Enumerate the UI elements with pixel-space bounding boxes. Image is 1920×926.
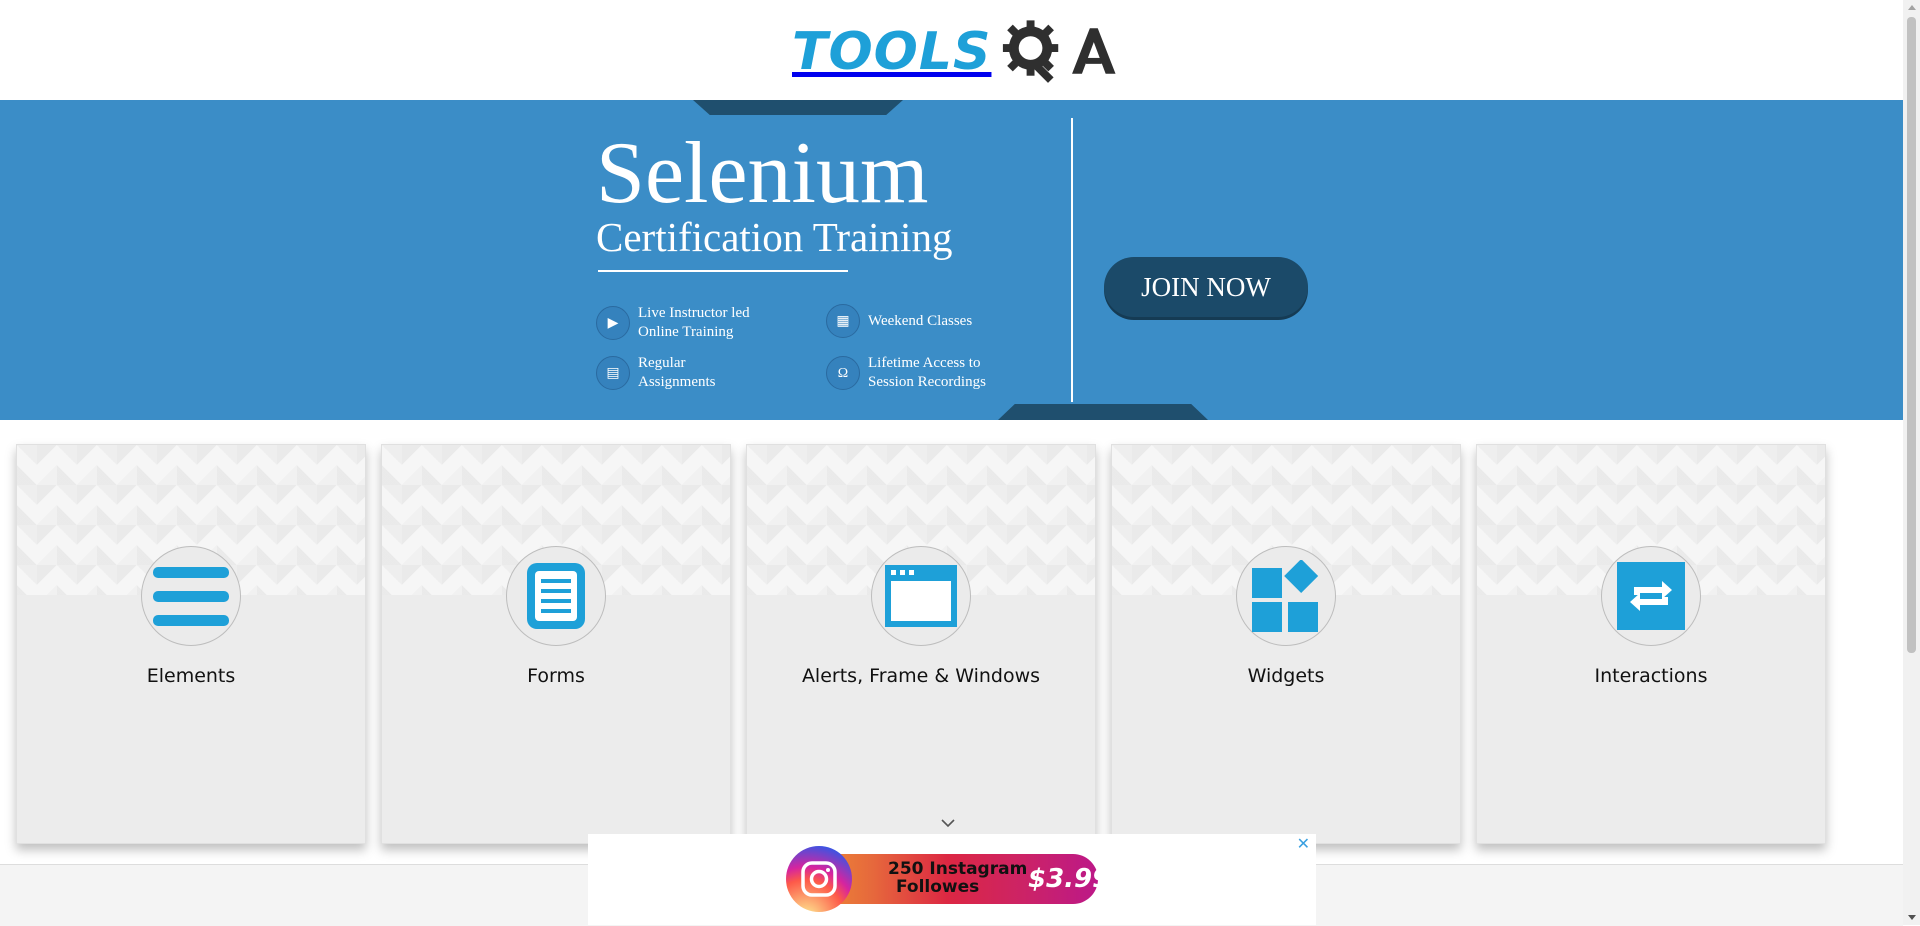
toolsqa-logo[interactable]: TOOLS	[792, 15, 1116, 89]
calendar-icon: ▦	[826, 304, 860, 338]
card-label: Forms	[527, 665, 585, 687]
window-icon	[871, 546, 971, 646]
form-icon	[506, 546, 606, 646]
card-elements[interactable]: Elements	[16, 444, 366, 844]
banner-title: Selenium	[596, 125, 929, 222]
card-widgets[interactable]: Widgets	[1111, 444, 1461, 844]
ad-pill[interactable]: 250 Instagram Followes $3.99	[786, 846, 1110, 912]
repeat-icon	[1601, 546, 1701, 646]
headphones-icon: Ω	[826, 356, 860, 390]
scrollbar-thumb[interactable]	[1907, 17, 1916, 653]
feature-live-training: ▶ Live Instructor led Online Training	[596, 304, 778, 342]
card-forms[interactable]: Forms	[381, 444, 731, 844]
ad-price: $3.99	[1028, 864, 1111, 894]
feature-text: Weekend Classes	[868, 312, 973, 329]
card-interactions[interactable]: Interactions	[1476, 444, 1826, 844]
chevron-down-icon[interactable]	[940, 817, 956, 829]
feature-text: Live Instructor led Online Training	[638, 305, 750, 340]
join-now-button[interactable]: JOIN NOW	[1104, 257, 1308, 317]
card-label: Elements	[146, 665, 236, 687]
instagram-icon	[786, 846, 852, 912]
feature-assignments: ▤ Regular Assignments	[596, 354, 728, 392]
ad-line2: Followes	[896, 877, 980, 897]
card-alerts-frame-windows[interactable]: Alerts, Frame & Windows	[746, 444, 1096, 844]
banner-stripe	[998, 404, 1208, 420]
selenium-training-banner[interactable]: Selenium Certification Training ▶ Live I…	[0, 100, 1903, 420]
banner-subtitle: Certification Training	[596, 214, 953, 260]
instagram-followers-ad[interactable]: ✕ 250 Instagram Followes $3.99	[588, 834, 1316, 925]
document-icon: ▤	[596, 356, 630, 390]
feature-text: Lifetime Access to Session Recordings	[868, 355, 986, 390]
card-label: Alerts, Frame & Windows	[801, 665, 1041, 687]
site-header: TOOLS	[0, 0, 1903, 100]
banner-stripe	[693, 100, 903, 115]
card-label: Interactions	[1594, 665, 1708, 687]
banner-divider	[1071, 118, 1073, 402]
feature-weekend-classes: ▦ Weekend Classes	[826, 304, 972, 338]
play-icon: ▶	[596, 306, 630, 340]
scroll-down-icon[interactable]	[1908, 915, 1916, 920]
scroll-up-icon[interactable]	[1908, 5, 1916, 10]
logo-text: TOOLS	[792, 22, 992, 82]
page-scrollbar[interactable]	[1903, 0, 1920, 925]
feature-text: Regular Assignments	[638, 355, 716, 390]
banner-underline	[598, 270, 848, 272]
list-icon	[141, 546, 241, 646]
feature-lifetime-access: Ω Lifetime Access to Session Recordings	[826, 354, 1008, 392]
card-label: Widgets	[1247, 665, 1325, 687]
close-icon[interactable]: ✕	[1297, 834, 1310, 854]
ad-text: 250 Instagram Followes	[888, 860, 1027, 896]
gear-magnifier-icon	[1003, 20, 1116, 83]
widgets-icon	[1236, 546, 1336, 646]
ad-line1: 250 Instagram	[888, 859, 1028, 879]
